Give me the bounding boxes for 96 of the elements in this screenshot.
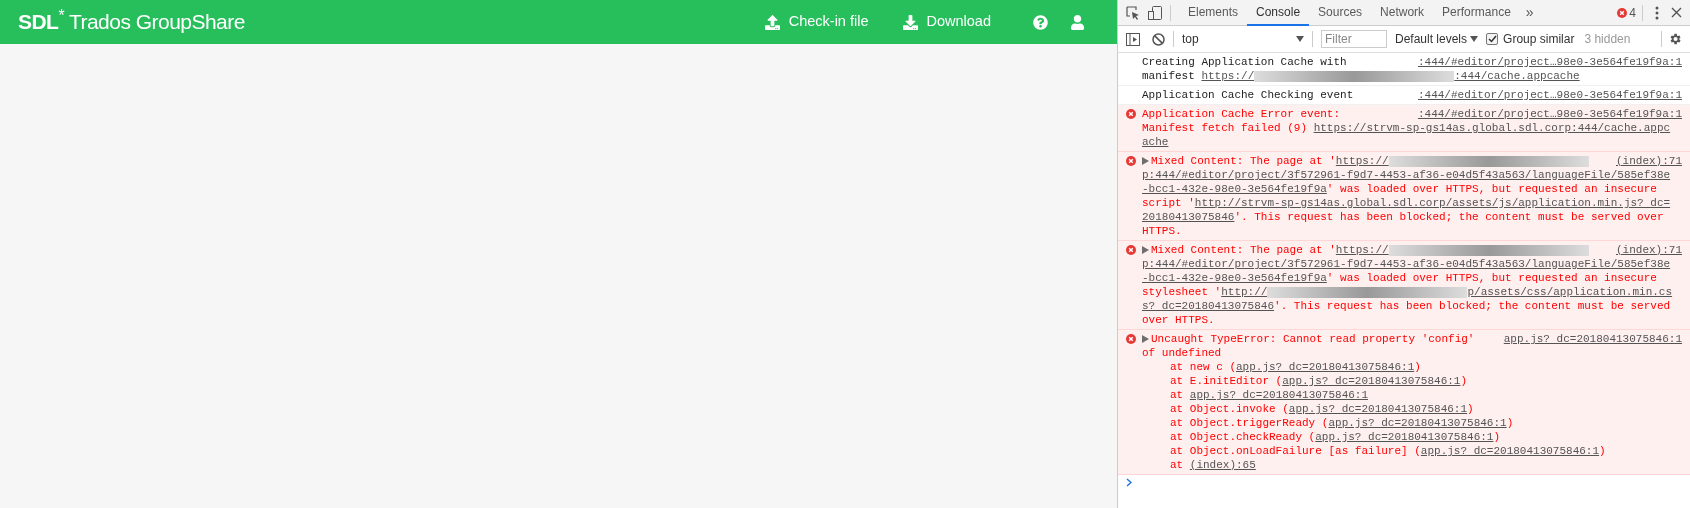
devtools-tab[interactable]: Sources bbox=[1309, 0, 1372, 26]
group-similar-checkbox[interactable] bbox=[1486, 33, 1499, 45]
more-options-icon[interactable] bbox=[1655, 5, 1659, 20]
close-icon[interactable] bbox=[1671, 7, 1682, 18]
source-link[interactable]: :444/#editor/project…98e0-3e564fe19f9a:1 bbox=[1417, 55, 1682, 69]
stack-frame-text: ) bbox=[1467, 403, 1474, 415]
download-icon bbox=[902, 14, 918, 30]
source-link[interactable]: app.js? dc=20180413075846:1 bbox=[1503, 332, 1682, 346]
stack-frame-link[interactable]: app.js? dc=20180413075846:1 bbox=[1189, 389, 1369, 401]
stack-frame-text: at E.initEditor ( bbox=[1170, 375, 1283, 387]
error-icon bbox=[1126, 334, 1136, 344]
stack-frame-link[interactable]: app.js? dc=20180413075846:1 bbox=[1288, 403, 1468, 415]
devtools-tab[interactable]: Network bbox=[1371, 0, 1434, 26]
dropdown-caret-icon bbox=[1470, 36, 1479, 42]
url-link[interactable]: https:// bbox=[1335, 154, 1389, 168]
url-link[interactable]: p/assets/css/application.min.cs bbox=[1467, 285, 1673, 299]
stack-frame-text: at bbox=[1170, 459, 1185, 471]
error-count[interactable]: 4 bbox=[1629, 3, 1636, 22]
stack-frame-text: ) bbox=[1414, 361, 1421, 373]
message-text: HTTPS. bbox=[1142, 224, 1182, 238]
message-text: stylesheet ' bbox=[1142, 285, 1222, 299]
error-icon bbox=[1126, 245, 1136, 255]
stack-frame-link[interactable]: (index):65 bbox=[1189, 459, 1256, 471]
url-link[interactable]: ache bbox=[1142, 135, 1169, 149]
devtools-tab[interactable]: Console bbox=[1247, 0, 1310, 26]
expand-triangle-icon[interactable] bbox=[1142, 157, 1149, 165]
message-text: '. This request has been blocked; the content must be served bbox=[1274, 299, 1671, 313]
stack-frame-link[interactable]: app.js? dc=20180413075846:1 bbox=[1315, 431, 1494, 443]
stack-frame-text: ) bbox=[1599, 445, 1606, 457]
stack-frame-link[interactable]: app.js? dc=20180413075846:1 bbox=[1236, 361, 1415, 373]
message-text: Application Cache Checking event bbox=[1142, 88, 1354, 102]
stack-frame-link[interactable]: app.js? dc=20180413075846:1 bbox=[1420, 445, 1600, 457]
source-link[interactable]: (index):71 bbox=[1616, 243, 1682, 257]
url-link[interactable]: 20180413075846 bbox=[1142, 210, 1235, 224]
url-link[interactable]: https:// bbox=[1201, 69, 1255, 83]
product-logo: SDL$^{*}$ Trados GroupShare bbox=[18, 6, 245, 36]
settings-icon[interactable] bbox=[1668, 32, 1682, 46]
group-similar-label: Group similar bbox=[1503, 31, 1575, 48]
stack-frame-text: ) bbox=[1460, 375, 1468, 387]
message-text: ' was loaded over HTTPS, but requested an insecure bbox=[1326, 182, 1657, 196]
message-text: Mixed Content: The page at ' bbox=[1151, 243, 1336, 257]
message-text: Creating Application Cache with bbox=[1142, 55, 1347, 69]
sidebar-toggle-icon[interactable] bbox=[1126, 32, 1140, 46]
devtools-tab[interactable]: Performance bbox=[1433, 0, 1520, 26]
inspect-element-icon[interactable] bbox=[1126, 5, 1140, 20]
source-link[interactable]: :444/#editor/project…98e0-3e564fe19f9a:1 bbox=[1417, 88, 1682, 102]
url-link[interactable]: https://strvm-sp-gs14as.global.sdl.corp:444/cache.appc bbox=[1313, 121, 1671, 135]
stack-frame-link[interactable]: app.js? dc=20180413075846:1 bbox=[1328, 417, 1507, 429]
help-icon bbox=[1033, 14, 1048, 30]
prompt-chevron-icon bbox=[1126, 478, 1132, 487]
error-icon bbox=[1126, 156, 1136, 166]
url-link[interactable]: p:444/#editor/project/3f572961-f9d7-4453-af36-e04d5f43a563/languageFile/585ef38e bbox=[1142, 257, 1671, 271]
stack-frame-text: at Object.checkReady ( bbox=[1170, 431, 1316, 443]
clear-console-icon[interactable] bbox=[1152, 32, 1165, 46]
source-link[interactable]: (index):71 bbox=[1616, 154, 1682, 168]
stack-frame-link[interactable]: app.js? dc=20180413075846:1 bbox=[1282, 375, 1461, 387]
stack-frame-text: at Object.onLoadFailure [as failure] ( bbox=[1170, 445, 1421, 457]
url-link[interactable]: -bcc1-432e-98e0-3e564fe19f9a bbox=[1142, 182, 1327, 196]
expand-triangle-icon[interactable] bbox=[1142, 335, 1149, 343]
stack-frame-text: at new c ( bbox=[1170, 361, 1236, 373]
levels-dropdown[interactable]: Default levels bbox=[1395, 30, 1479, 48]
message-text: of undefined bbox=[1142, 346, 1222, 360]
url-link[interactable]: :444/cache.appcache bbox=[1454, 69, 1580, 83]
stack-frame-text: ) bbox=[1506, 417, 1514, 429]
stack-frame-text: at Object.triggerReady ( bbox=[1170, 417, 1329, 429]
message-text: Uncaught TypeError: Cannot read property 'config' bbox=[1151, 332, 1475, 346]
upload-icon bbox=[764, 14, 780, 30]
stack-frame-text: at Object.invoke ( bbox=[1170, 403, 1289, 415]
message-text: script ' bbox=[1142, 196, 1195, 210]
url-link[interactable]: -bcc1-432e-98e0-3e564fe19f9a bbox=[1142, 271, 1327, 285]
url-link[interactable]: http:// bbox=[1221, 285, 1268, 299]
filter-field[interactable]: Filter bbox=[1321, 30, 1387, 48]
context-select[interactable]: top bbox=[1182, 30, 1304, 48]
message-text: over HTTPS. bbox=[1142, 313, 1215, 327]
device-toggle-icon[interactable] bbox=[1148, 5, 1162, 20]
hidden-count: 3 hidden bbox=[1584, 31, 1631, 48]
stack-frame-text: ) bbox=[1493, 431, 1501, 443]
user-icon bbox=[1070, 14, 1085, 30]
error-icon bbox=[1126, 109, 1136, 119]
message-text: Mixed Content: The page at ' bbox=[1151, 154, 1336, 168]
expand-triangle-icon[interactable] bbox=[1142, 246, 1149, 254]
url-link[interactable]: s? dc=20180413075846 bbox=[1142, 299, 1275, 313]
more-tabs-button[interactable]: » bbox=[1519, 2, 1540, 23]
message-text: manifest bbox=[1142, 69, 1196, 83]
url-link[interactable]: https:// bbox=[1335, 243, 1389, 257]
url-link[interactable]: http://strvm-sp-gs14as.global.sdl.corp/assets/js/application.min.js? dc= bbox=[1194, 196, 1671, 210]
dropdown-caret-icon bbox=[1296, 36, 1304, 42]
message-text: ' was loaded over HTTPS, but requested an insecure bbox=[1326, 271, 1657, 285]
stack-frame-text: at bbox=[1170, 389, 1185, 401]
source-link[interactable]: :444/#editor/project…98e0-3e564fe19f9a:1 bbox=[1417, 107, 1682, 121]
message-text: Application Cache Error event: bbox=[1142, 107, 1341, 121]
message-text: Manifest fetch failed (9) bbox=[1142, 121, 1309, 135]
url-link[interactable]: p:444/#editor/project/3f572961-f9d7-4453-af36-e04d5f43a563/languageFile/585ef38e bbox=[1142, 168, 1671, 182]
devtools-tab[interactable]: Elements bbox=[1179, 0, 1248, 26]
error-icon bbox=[1617, 7, 1628, 18]
message-text: '. This request has been blocked; the content must be served over bbox=[1234, 210, 1664, 224]
